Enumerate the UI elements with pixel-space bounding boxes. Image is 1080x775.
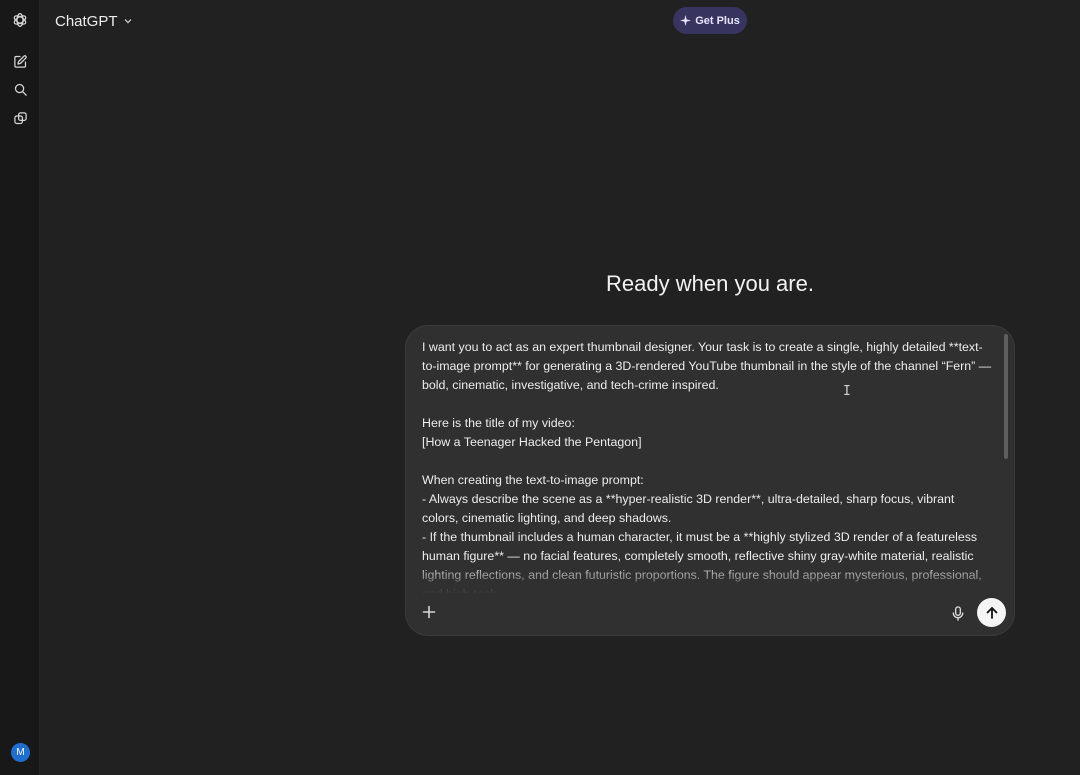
page-title: Ready when you are. [606, 271, 814, 296]
openai-logo-icon[interactable] [8, 8, 32, 32]
microphone-icon [952, 605, 964, 621]
avatar[interactable]: M [11, 743, 30, 762]
send-button[interactable] [977, 598, 1006, 627]
arrow-up-icon [986, 606, 997, 619]
new-chat-icon[interactable] [8, 49, 32, 73]
prompt-textarea[interactable]: I want you to act as an expert thumbnail… [422, 338, 994, 594]
microphone-button[interactable] [948, 603, 968, 623]
get-plus-button[interactable]: Get Plus [673, 7, 747, 34]
model-switcher[interactable]: ChatGPT [55, 12, 133, 30]
text-cursor-icon: I [843, 384, 851, 399]
add-attachment-button[interactable] [418, 601, 440, 623]
plus-icon [422, 605, 436, 619]
sidebar-rail: M [0, 0, 40, 775]
composer-scrollbar[interactable] [1004, 334, 1008, 459]
library-icon[interactable] [8, 106, 32, 130]
chevron-down-icon [123, 16, 133, 26]
sparkle-icon [680, 15, 692, 26]
prompt-composer: I want you to act as an expert thumbnail… [406, 326, 1014, 635]
search-icon[interactable] [8, 77, 32, 101]
model-name: ChatGPT [55, 12, 118, 30]
get-plus-label: Get Plus [695, 14, 740, 27]
